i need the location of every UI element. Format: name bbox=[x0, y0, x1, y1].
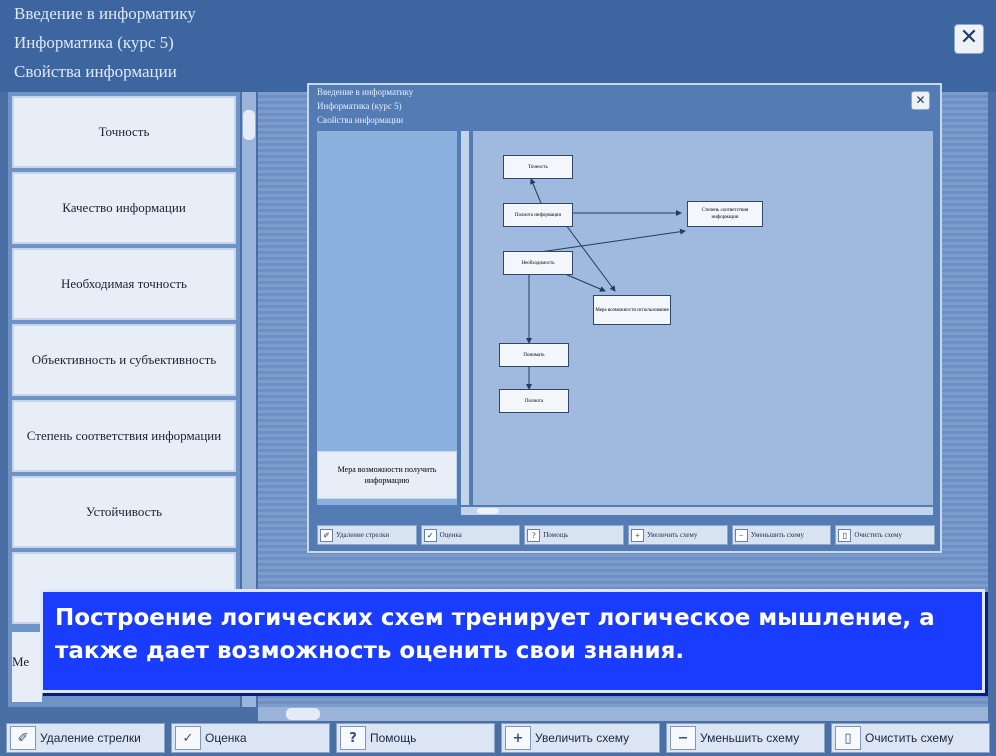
scheme-canvas: Точность Полнота информации Степень соот… bbox=[473, 131, 933, 505]
pencil-icon: ✐ bbox=[10, 726, 36, 750]
preview-title-2: Информатика (курс 5) bbox=[317, 101, 402, 111]
zoom-out-icon: − bbox=[734, 528, 748, 542]
button-label: Оценка bbox=[205, 731, 247, 745]
button-label: Очистить схему bbox=[854, 531, 902, 539]
scheme-node[interactable]: Степень соответствия информации bbox=[687, 201, 763, 227]
close-icon[interactable]: ✕ bbox=[954, 24, 984, 54]
question-icon: ? bbox=[527, 528, 541, 542]
sidebar-item[interactable]: Устойчивость bbox=[12, 476, 236, 548]
banner-text: Построение логических схем тренирует лог… bbox=[55, 605, 935, 664]
preview-delete-arrow-button[interactable]: ✐ Удаление стрелки bbox=[317, 525, 417, 545]
preview-help-button[interactable]: ? Помощь bbox=[524, 525, 625, 545]
scheme-node[interactable]: Точность bbox=[503, 155, 573, 179]
preview-clear-button[interactable]: ▯ Очистить схему bbox=[835, 525, 936, 545]
bottom-toolbar: ✐ Удаление стрелки ✓ Оценка ? Помощь + Увели… bbox=[6, 723, 990, 753]
scroll-thumb[interactable] bbox=[243, 110, 255, 140]
help-button[interactable]: ? Помощь bbox=[336, 723, 495, 753]
zoom-out-icon: − bbox=[670, 726, 696, 750]
info-banner: Построение логических схем тренирует лог… bbox=[40, 589, 985, 693]
button-label: Уменьшить схему bbox=[750, 531, 805, 539]
preview-hscroll[interactable] bbox=[461, 507, 933, 515]
sidebar-item[interactable]: Необходимая точность bbox=[12, 248, 236, 320]
title-line-1: Введение в информатику bbox=[14, 4, 196, 23]
scheme-node[interactable]: Необходимость bbox=[503, 251, 573, 275]
sidebar-item[interactable]: Точность bbox=[12, 96, 236, 168]
checkmark-icon: ✓ bbox=[175, 726, 201, 750]
pencil-icon: ✐ bbox=[320, 528, 333, 542]
scheme-node[interactable]: Полнота информации bbox=[503, 203, 573, 227]
checkmark-icon: ✓ bbox=[423, 528, 437, 542]
button-label: Оценка bbox=[439, 531, 462, 539]
button-label: Помощь bbox=[370, 731, 417, 745]
scheme-node[interactable]: Понимать bbox=[499, 343, 569, 367]
zoom-in-icon: + bbox=[505, 726, 531, 750]
zoom-out-button[interactable]: − Уменьшить схему bbox=[666, 723, 825, 753]
sidebar-item[interactable]: Объективность и субъективность bbox=[12, 324, 236, 396]
button-label: Удаление стрелки bbox=[336, 531, 390, 539]
preview-window: Введение в информатику Информатика (курс… bbox=[307, 83, 942, 553]
scheme-arrows bbox=[526, 178, 686, 390]
title-line-2: Информатика (курс 5) bbox=[14, 33, 174, 52]
zoom-in-button[interactable]: + Увеличить схему bbox=[501, 723, 660, 753]
sidebar-item-peek[interactable]: Ме bbox=[12, 632, 42, 702]
scheme-node[interactable]: Мера возможности использования bbox=[593, 295, 671, 325]
scroll-thumb[interactable] bbox=[286, 708, 320, 720]
clear-button[interactable]: ▯ Очистить схему bbox=[831, 723, 990, 753]
grade-button[interactable]: ✓ Оценка bbox=[171, 723, 330, 753]
preview-title-1: Введение в информатику bbox=[317, 87, 414, 97]
button-label: Уменьшить схему bbox=[700, 731, 800, 745]
button-label: Помощь bbox=[543, 531, 569, 539]
sidebar-item[interactable]: Степень соответствия информации bbox=[12, 400, 236, 472]
button-label: Удаление стрелки bbox=[40, 731, 141, 745]
scroll-thumb[interactable] bbox=[477, 508, 499, 514]
title-line-3: Свойства информации bbox=[14, 62, 177, 81]
preview-zoom-in-button[interactable]: + Увеличить схему bbox=[628, 525, 728, 545]
preview-toolbar: ✐ Удаление стрелки ✓ Оценка ? Помощь + Увели… bbox=[317, 525, 936, 545]
preview-zoom-out-button[interactable]: − Уменьшить схему bbox=[731, 525, 832, 545]
document-icon: ▯ bbox=[838, 528, 852, 542]
button-label: Увеличить схему bbox=[647, 531, 698, 539]
question-icon: ? bbox=[340, 726, 366, 750]
preview-left-panel: Мера возможности получить информацию bbox=[317, 131, 457, 505]
delete-arrow-button[interactable]: ✐ Удаление стрелки bbox=[6, 723, 165, 753]
preview-vscroll[interactable] bbox=[461, 131, 469, 505]
button-label: Очистить схему bbox=[865, 731, 954, 745]
horizontal-scrollbar[interactable] bbox=[258, 707, 988, 721]
preview-title-3: Свойства информации bbox=[317, 115, 404, 125]
button-label: Увеличить схему bbox=[535, 731, 630, 745]
preview-close-icon[interactable]: ✕ bbox=[911, 91, 930, 110]
title-bar: Введение в информатику Информатика (курс… bbox=[0, 0, 996, 92]
sidebar-item[interactable]: Качество информации bbox=[12, 172, 236, 244]
preview-grade-button[interactable]: ✓ Оценка bbox=[420, 525, 521, 545]
document-icon: ▯ bbox=[835, 726, 861, 750]
preview-caption[interactable]: Мера возможности получить информацию bbox=[317, 451, 457, 499]
scheme-node[interactable]: Полнота bbox=[499, 389, 569, 413]
zoom-in-icon: + bbox=[631, 528, 645, 542]
